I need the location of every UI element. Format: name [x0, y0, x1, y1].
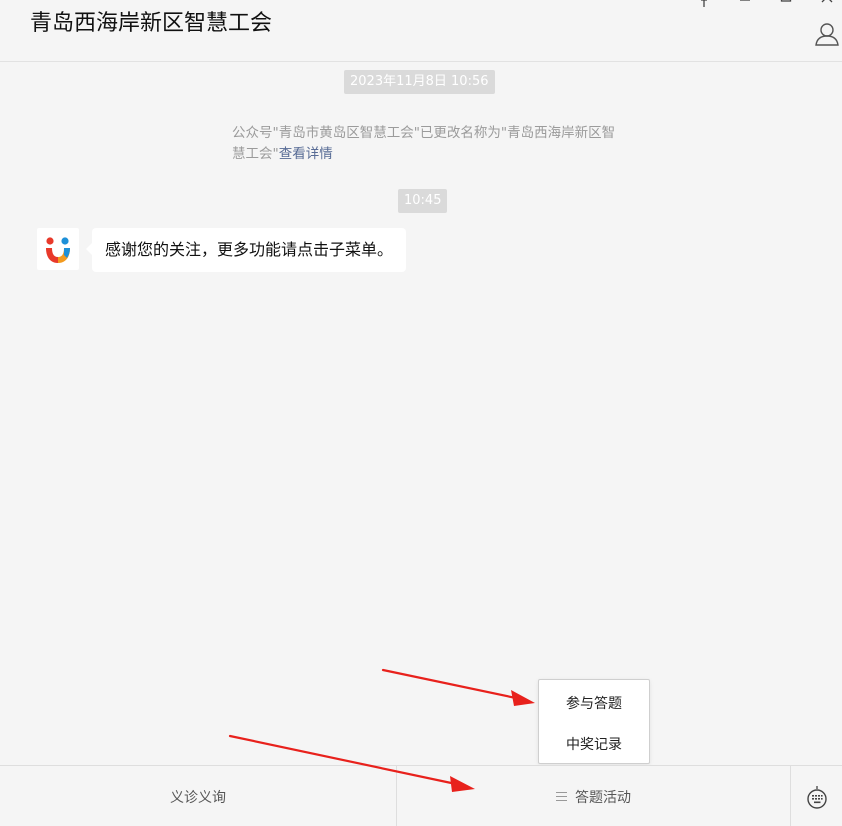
- menu-item-clinic-consult[interactable]: 义诊义询: [0, 766, 396, 826]
- timestamp: 2023年11月8日 10:56: [344, 70, 495, 94]
- bottom-menu-bar: 义诊义询 答题活动: [0, 765, 842, 826]
- submenu-item-prize-records[interactable]: 中奖记录: [539, 727, 649, 763]
- menu-item-label: 义诊义询: [170, 789, 226, 806]
- avatar[interactable]: [37, 228, 79, 270]
- red-arrow-to-submenu: [381, 668, 535, 706]
- system-notice: 公众号"青岛市黄岛区智慧工会"已更改名称为"青岛西海岸新区智慧工会"查看详情: [232, 123, 622, 165]
- minimize-icon[interactable]: [736, 0, 754, 8]
- keyboard-icon: [806, 785, 827, 809]
- close-icon[interactable]: [818, 0, 836, 8]
- union-logo-icon: [46, 237, 70, 263]
- menu-lines-icon: [556, 792, 567, 801]
- submenu-popup: 参与答题 中奖记录: [538, 679, 650, 764]
- timestamp: 10:45: [398, 189, 448, 213]
- menu-item-quiz-activity[interactable]: 答题活动: [396, 766, 791, 826]
- keyboard-toggle-button[interactable]: [791, 766, 842, 826]
- submenu-item-join-quiz[interactable]: 参与答题: [539, 686, 649, 722]
- chat-header: 青岛西海岸新区智慧工会: [0, 0, 842, 62]
- message-bubble: 感谢您的关注，更多功能请点击子菜单。: [85, 228, 407, 272]
- profile-icon[interactable]: [814, 22, 840, 46]
- menu-item-label: 答题活动: [575, 789, 631, 806]
- page-title: 青岛西海岸新区智慧工会: [30, 11, 273, 36]
- view-details-link[interactable]: 查看详情: [279, 146, 333, 162]
- pin-icon[interactable]: [695, 0, 713, 8]
- maximize-icon[interactable]: [777, 0, 795, 8]
